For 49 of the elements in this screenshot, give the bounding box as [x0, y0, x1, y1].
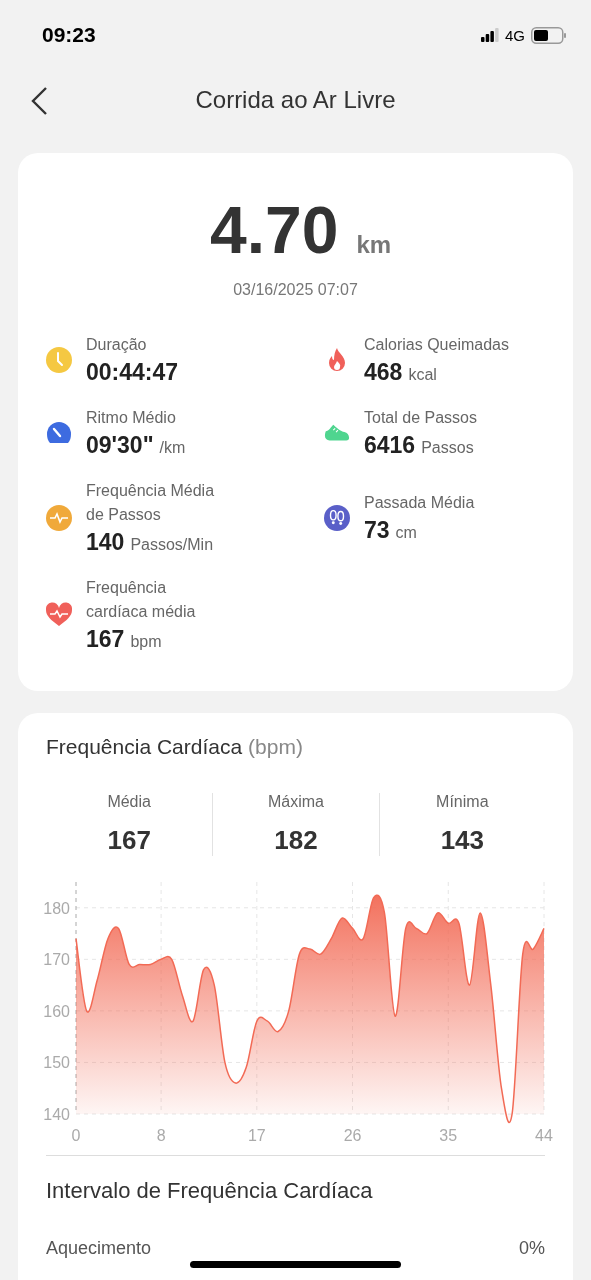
metric-unit: Passos — [421, 439, 474, 457]
stat-value: 182 — [274, 825, 318, 856]
page-title: Corrida ao Ar Livre — [195, 86, 396, 114]
y-tick-label: 170 — [43, 951, 70, 969]
y-tick-label: 150 — [43, 1054, 70, 1072]
y-tick-label: 180 — [43, 899, 70, 917]
y-tick-label: 140 — [43, 1106, 70, 1123]
x-tick-label: 35 — [439, 1127, 458, 1144]
metric-value: 140 — [86, 529, 125, 556]
metric-unit: cm — [395, 524, 417, 542]
metric-label: Passada Média — [364, 493, 475, 513]
signal-icon — [481, 28, 499, 42]
metric-label: Frequência Média de Passos — [86, 481, 216, 525]
metric-value: 00:44:47 — [86, 359, 179, 386]
network-label: 4G — [505, 26, 525, 44]
metric-label: Ritmo Médio — [86, 408, 177, 428]
zone-label: Aquecimento — [46, 1238, 152, 1259]
y-tick-label: 160 — [43, 1002, 70, 1020]
metric-unit: /km — [159, 439, 186, 457]
x-tick-label: 17 — [247, 1127, 266, 1144]
section-title: Frequência Cardíaca — [46, 735, 243, 759]
x-tick-label: 0 — [71, 1127, 81, 1144]
stat-value: 143 — [440, 825, 484, 856]
section-unit: (bpm) — [248, 735, 303, 759]
metric-value: 6416 — [364, 432, 416, 459]
battery-icon — [531, 26, 567, 44]
metric-value: 167 — [86, 626, 125, 653]
distance-unit: km — [356, 231, 392, 259]
distance-value: 4.70 — [209, 197, 339, 263]
metric-value: 468 — [364, 359, 403, 386]
metric-value: 09'30" — [86, 432, 154, 459]
metric-unit: kcal — [408, 366, 437, 384]
status-time: 09:23 — [42, 23, 96, 47]
x-tick-label: 8 — [156, 1127, 166, 1144]
stat-label: Máxima — [268, 793, 324, 811]
run-date: 03/16/2025 07:07 — [232, 281, 359, 299]
stat-value: 167 — [107, 825, 151, 856]
x-tick-label: 26 — [343, 1127, 362, 1144]
zone-percent: 0% — [519, 1238, 545, 1259]
stat-label: Média — [107, 793, 151, 811]
metric-value: 73 — [364, 517, 390, 544]
metric-unit: Passos/Min — [130, 536, 214, 554]
metric-unit: bpm — [130, 633, 162, 651]
x-tick-label: 44 — [535, 1127, 553, 1144]
metric-label: Total de Passos — [364, 408, 477, 428]
stat-label: Mínima — [436, 793, 489, 811]
section-title: Intervalo de Frequência Cardíaca — [46, 1178, 374, 1204]
metric-label: Calorias Queimadas — [364, 335, 509, 355]
metric-label: Duração — [86, 335, 148, 355]
